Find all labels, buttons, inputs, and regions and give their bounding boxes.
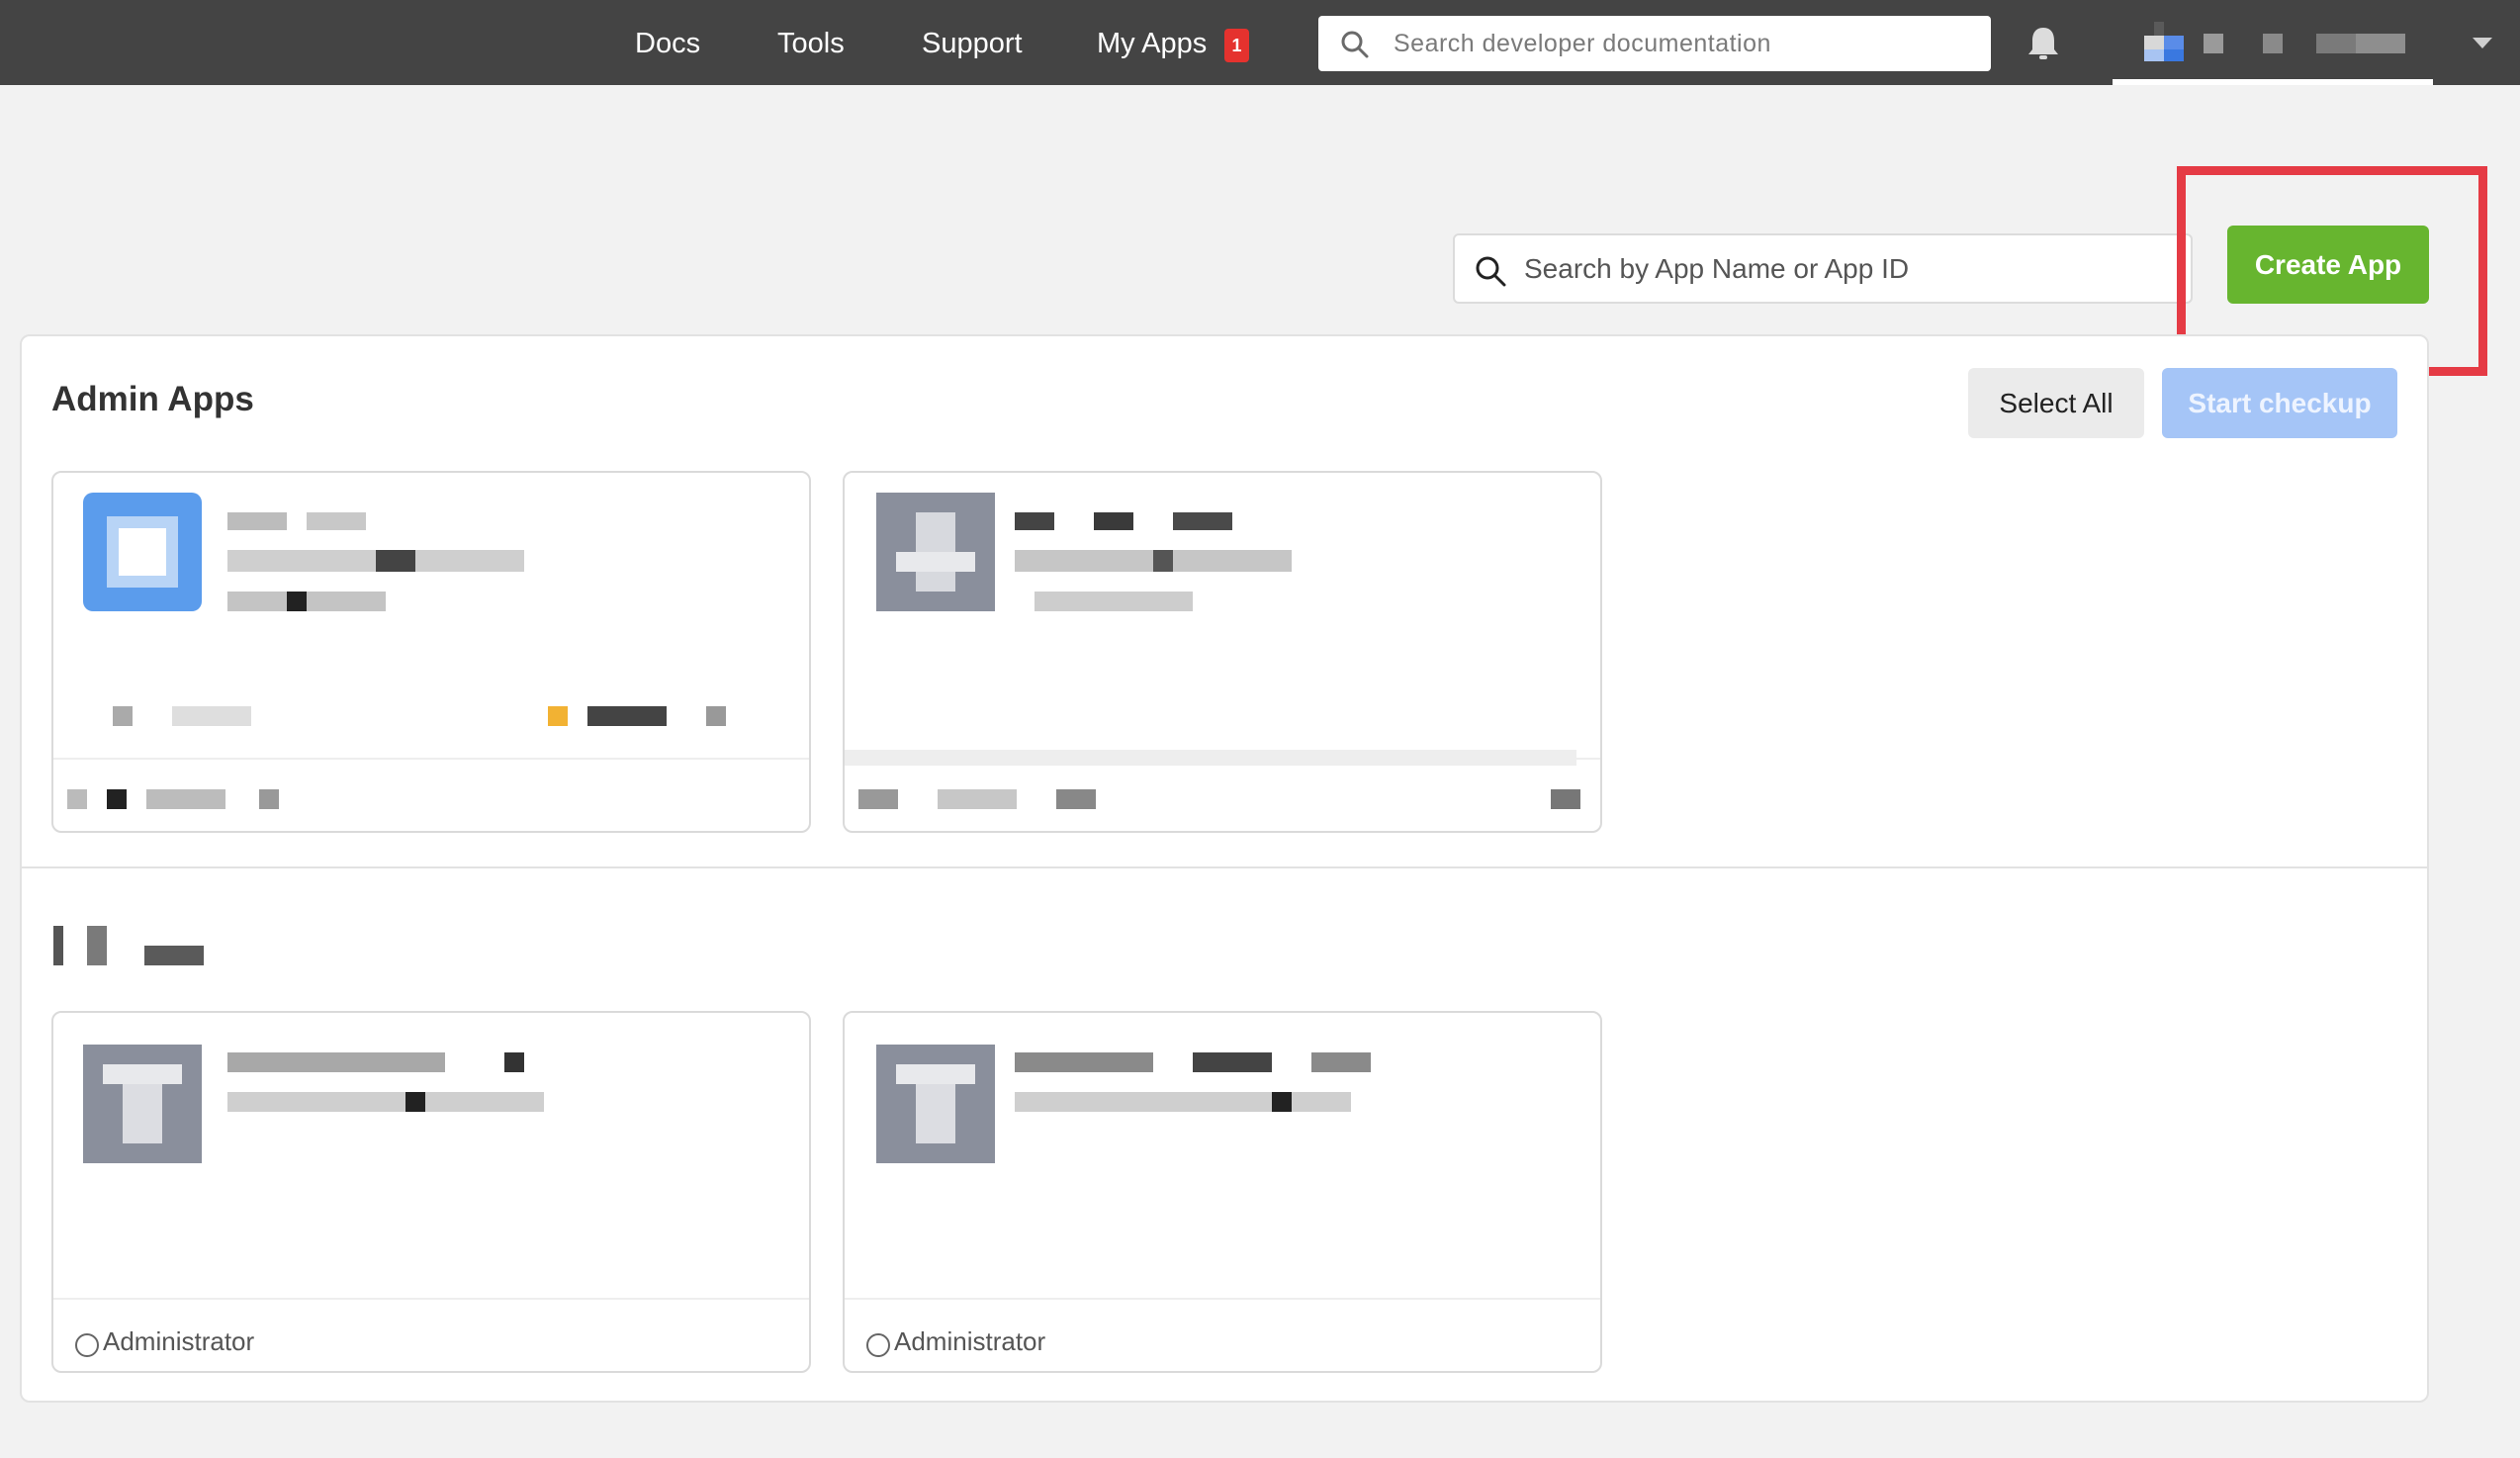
nav-docs-link[interactable]: Docs	[635, 22, 700, 65]
app-name-redacted	[227, 1052, 564, 1112]
doc-search-box[interactable]	[1318, 16, 1991, 71]
app-meta-redacted	[113, 706, 765, 726]
doc-search-input[interactable]	[1394, 16, 1977, 71]
app-icon	[876, 493, 995, 611]
search-icon	[1476, 256, 1506, 287]
user-role-label: Administrator	[103, 1326, 255, 1356]
section-title: Admin Apps	[51, 380, 254, 418]
top-navigation-bar: Docs Tools Support My Apps 1	[0, 0, 2520, 85]
section-title-redacted	[53, 926, 231, 965]
account-menu[interactable]	[2113, 0, 2433, 85]
notifications-bell-icon[interactable]	[2024, 24, 2063, 63]
nav-support-link[interactable]: Support	[922, 22, 1023, 65]
account-active-indicator	[2113, 79, 2433, 85]
create-app-button[interactable]: Create App	[2227, 226, 2429, 304]
card-divider	[845, 758, 1600, 760]
app-name-redacted	[1015, 512, 1302, 621]
search-icon	[1341, 31, 1369, 58]
app-icon	[876, 1045, 995, 1163]
chevron-down-icon[interactable]	[2473, 38, 2492, 49]
account-name-redacted	[2204, 34, 2421, 55]
app-card[interactable]	[843, 471, 1602, 833]
app-card[interactable]	[51, 471, 811, 833]
app-card[interactable]: Administrator	[843, 1011, 1602, 1373]
card-footer-redacted	[67, 789, 295, 809]
card-divider	[53, 758, 809, 760]
app-search-box[interactable]	[1453, 233, 2193, 304]
card-divider	[53, 1298, 809, 1300]
app-icon	[83, 1045, 202, 1163]
user-role-label: Administrator	[894, 1326, 1046, 1356]
app-name-redacted	[1015, 1052, 1391, 1112]
section-divider	[20, 866, 2429, 868]
user-role-icon	[866, 1333, 890, 1357]
start-checkup-button[interactable]: Start checkup	[2162, 368, 2397, 438]
avatar	[2144, 22, 2184, 61]
app-search-input[interactable]	[1524, 235, 2167, 302]
app-name-redacted	[227, 512, 524, 621]
app-icon	[83, 493, 202, 611]
card-footer-redacted	[858, 789, 1580, 809]
nav-my-apps-link[interactable]: My Apps	[1097, 22, 1207, 65]
nav-tools-link[interactable]: Tools	[777, 22, 845, 65]
select-all-button[interactable]: Select All	[1968, 368, 2144, 438]
app-card[interactable]: Administrator	[51, 1011, 811, 1373]
card-divider	[845, 1298, 1600, 1300]
user-role-icon	[75, 1333, 99, 1357]
my-apps-notification-badge: 1	[1224, 29, 1249, 62]
